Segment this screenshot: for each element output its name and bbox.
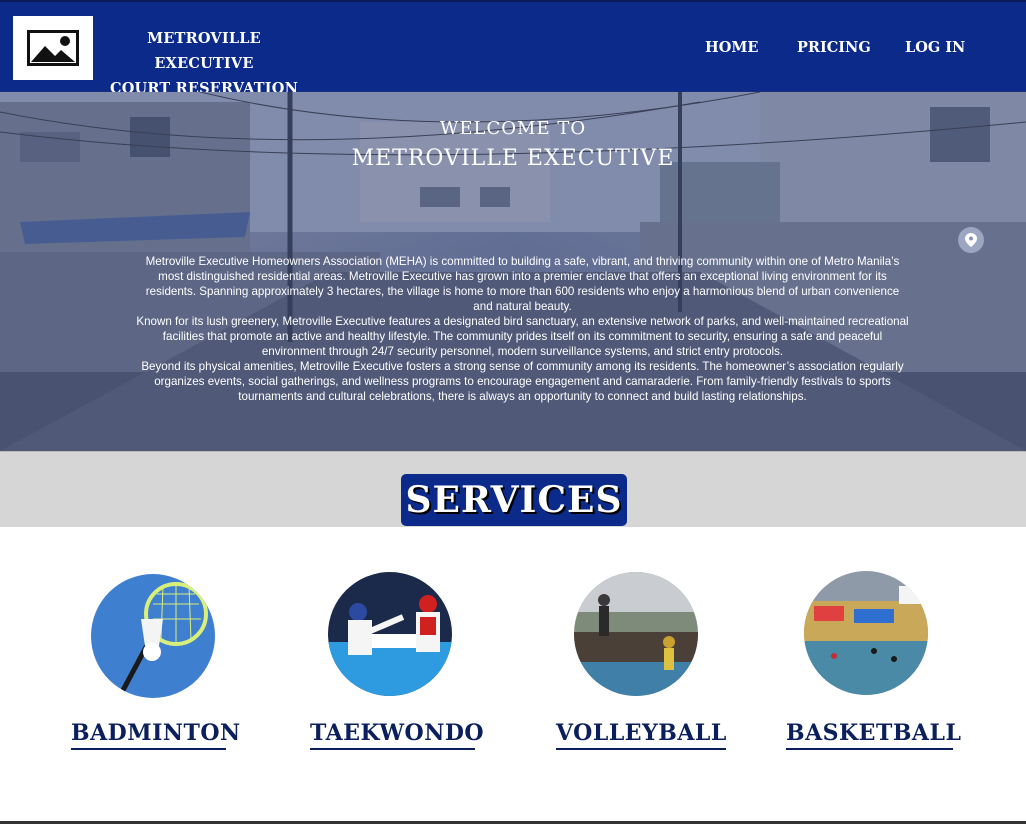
brand-line-1: METROVILLE EXECUTIVE bbox=[147, 30, 261, 72]
site-header: METROVILLE EXECUTIVE COURT RESERVATION H… bbox=[0, 0, 1026, 97]
hero-description: Metroville Executive Homeowners Associat… bbox=[135, 254, 910, 404]
logo[interactable] bbox=[13, 16, 93, 80]
hero-paragraph-3: Beyond its physical amenities, Metrovill… bbox=[141, 360, 904, 403]
map-pin-icon bbox=[965, 233, 977, 247]
badminton-image[interactable] bbox=[91, 574, 215, 698]
map-pin-button[interactable] bbox=[958, 227, 984, 253]
brand-title: METROVILLE EXECUTIVE COURT RESERVATION bbox=[104, 26, 304, 101]
hero-title: METROVILLE EXECUTIVE bbox=[351, 146, 675, 171]
hero-paragraph-1: Metroville Executive Homeowners Associat… bbox=[145, 255, 900, 313]
basketball-image[interactable] bbox=[804, 571, 928, 695]
image-placeholder-icon bbox=[27, 30, 79, 66]
volleyball-image[interactable] bbox=[574, 572, 698, 696]
service-label-badminton[interactable]: BADMINTON bbox=[71, 720, 240, 750]
hero-paragraph-2: Known for its lush greenery, Metroville … bbox=[136, 315, 909, 358]
hero-welcome: WELCOME TO bbox=[439, 118, 587, 139]
nav-log-in[interactable]: LOG IN bbox=[905, 39, 965, 56]
service-label-basketball[interactable]: BASKETBALL bbox=[786, 720, 961, 750]
services-section: BADMINTON TAEKWONDO VOLLEYBALL BASKETBAL… bbox=[0, 527, 1026, 822]
service-label-volleyball[interactable]: VOLLEYBALL bbox=[556, 720, 726, 750]
nav-home[interactable]: HOME bbox=[705, 39, 758, 56]
service-label-taekwondo[interactable]: TAEKWONDO bbox=[310, 720, 484, 750]
nav-pricing[interactable]: PRICING bbox=[797, 39, 871, 56]
taekwondo-image[interactable] bbox=[328, 572, 452, 696]
hero-section: WELCOME TO METROVILLE EXECUTIVE Metrovil… bbox=[0, 92, 1026, 451]
services-heading: SERVICES bbox=[401, 474, 627, 526]
